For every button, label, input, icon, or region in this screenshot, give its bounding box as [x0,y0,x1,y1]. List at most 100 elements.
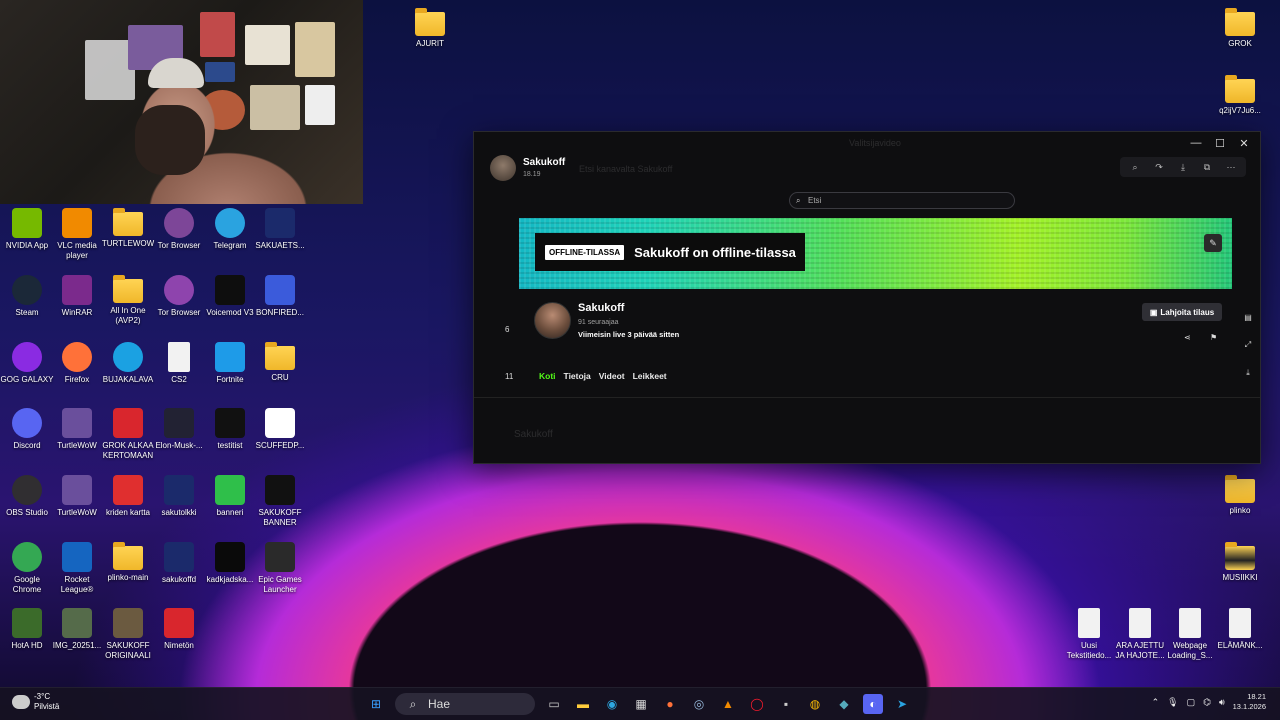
desktop-icon[interactable]: TurtleWoW [50,475,104,518]
desktop-icon-label: VLC media player [57,241,97,260]
desktop-icon[interactable]: Elon-Musk-... [152,408,206,451]
opera-icon[interactable]: ◯ [747,694,767,714]
desktop-icon[interactable]: Rocket League® [50,542,104,595]
desktop-icon[interactable]: sakukoffd [152,542,206,585]
steam-icon[interactable]: ◎ [689,694,709,714]
desktop-icon[interactable]: SCUFFEDP... [253,408,307,451]
report-icon[interactable]: ⚑ [1210,333,1217,342]
desktop-icon-label: Rocket League® [60,575,94,594]
tab-tietoja[interactable]: Tietoja [564,371,591,384]
desktop-icon[interactable]: BONFIRED... [253,275,307,318]
desktop-icon[interactable]: Tor Browser [152,275,206,318]
telegram-icon[interactable]: ➤ [892,694,912,714]
desktop-icon[interactable]: plinko-main [101,542,155,583]
edge-icon[interactable]: ◉ [602,694,622,714]
gift-subscription-button[interactable]: ▣ Lahjoita tilaus [1142,303,1222,321]
desktop-icon[interactable]: HotA HD [0,608,54,651]
windows-start-icon[interactable]: ⊞ [366,694,386,714]
desktop-icon[interactable]: BUJAKALAVA [101,342,155,385]
desktop-icon-musiikki[interactable]: MUSIIKKI [1213,542,1267,583]
desktop-icon-q2ij[interactable]: q2ijV7Ju6... [1213,75,1267,116]
desktop-icon[interactable]: CRU [253,342,307,383]
desktop-icon-webpage-loading[interactable]: Webpage Loading_S... [1163,608,1217,661]
desktop-icon-grok[interactable]: GROK [1213,8,1267,49]
desktop-icon[interactable]: Discord [0,408,54,451]
tab-koti[interactable]: Koti [539,371,556,384]
desktop-icon[interactable]: NVIDIA App [0,208,54,251]
network-icon[interactable]: ⌬ [1203,697,1211,708]
chrome-icon[interactable]: ◍ [805,694,825,714]
desktop-icon[interactable]: Voicemod V3 [203,275,257,318]
desktop-icon[interactable]: Nimetön [152,608,206,651]
desktop-icon[interactable]: SAKUAETS... [253,208,307,251]
desktop-icon[interactable]: testitist [203,408,257,451]
sidebar-chat-icon[interactable]: ▤ [1241,310,1255,324]
offline-banner: OFFLINE-TILASSA Sakukoff on offline-tila… [519,218,1232,289]
desktop-icon-plinko[interactable]: plinko [1213,475,1267,516]
clock[interactable]: 18.21 13.1.2026 [1233,692,1266,712]
explorer-icon[interactable]: ▬ [573,694,593,714]
desktop-icon[interactable]: GROK ALKAA KERTOMAAN [101,408,155,461]
search-input[interactable]: ⌕ Etsi [789,192,1015,209]
desktop-icon[interactable]: SAKUKOFF BANNER [253,475,307,528]
desktop-icon[interactable]: Fortnite [203,342,257,385]
desktop-icon[interactable]: WinRAR [50,275,104,318]
desktop-icon[interactable]: All In One (AVP2) [101,275,155,326]
desktop-icon[interactable]: GOG GALAXY [0,342,54,385]
zoom-icon[interactable]: ⌕ [1126,160,1144,174]
desktop-icon[interactable]: TURTLEWOW [101,208,155,249]
desktop-icon[interactable]: Telegram [203,208,257,251]
channel-window[interactable]: Valitsijavideo — ☐ ✕ Sakukoff 18.19 Etsi… [473,131,1261,464]
taskbar-search-input[interactable]: ⌕ Hae [395,693,535,715]
terminal-icon[interactable]: ▪ [776,694,796,714]
vlc-icon[interactable]: ▲ [718,694,738,714]
desktop-icon-uusi-tekstitiedosto[interactable]: Uusi Tekstitiedo... [1062,608,1116,661]
tab-leikkeet[interactable]: Leikkeet [633,371,667,384]
app-icon[interactable]: ◆ [834,694,854,714]
desktop-icon[interactable]: SAKUKOFF ORIGINAALI [101,608,155,661]
popout-icon[interactable]: ⧉ [1198,160,1216,174]
share-icon[interactable]: ⋖ [1184,333,1191,342]
desktop-icon-elamank[interactable]: ELÄMÄNK... [1213,608,1267,651]
profile-avatar[interactable] [534,302,571,339]
desktop-icon[interactable]: banneri [203,475,257,518]
desktop-icon[interactable]: Epic Games Launcher [253,542,307,595]
chevron-up-icon[interactable]: ⌃ [1152,697,1160,708]
weather-widget[interactable]: -3°C Pilvistä [12,692,59,712]
discord-icon[interactable]: ◐ [863,694,883,714]
desktop-icon[interactable]: VLC media player [50,208,104,261]
desktop-icon[interactable]: IMG_20251... [50,608,104,651]
image-icon [62,608,92,638]
channel-tabs: Koti Tietoja Videot Leikkeet [539,371,667,384]
download-icon[interactable]: ⤓ [1174,160,1192,174]
desktop-icon[interactable]: sakutolkki [152,475,206,518]
task-view-icon[interactable]: ▭ [544,694,564,714]
desktop-icon[interactable]: TurtleWoW [50,408,104,451]
desktop-icon[interactable]: Tor Browser [152,208,206,251]
microphone-icon[interactable]: 🎙︎ [1167,697,1178,708]
sidebar-expand-icon[interactable]: ⤢ [1241,338,1255,352]
share-icon[interactable]: ↷ [1150,160,1168,174]
desktop-icon[interactable]: Firefox [50,342,104,385]
desktop-icon-label: Nimetön [164,641,194,650]
desktop-icon-ajurit[interactable]: AJURIT [403,8,457,49]
tab-videot[interactable]: Videot [599,371,625,384]
desktop-icon[interactable]: OBS Studio [0,475,54,518]
display-icon[interactable]: ▢ [1187,697,1196,708]
more-icon[interactable]: ⋯ [1222,160,1240,174]
edit-banner-button[interactable]: ✎ [1204,234,1222,252]
desktop-icon-label: sakukoffd [161,575,197,584]
topbar-channel-name[interactable]: Sakukoff [523,157,565,168]
desktop-icon[interactable]: kadkjadska... [203,542,257,585]
desktop-icon-label: GROK ALKAA KERTOMAAN [102,441,154,460]
desktop-icon[interactable]: Google Chrome [0,542,54,595]
firefox-icon[interactable]: ● [660,694,680,714]
avatar[interactable] [490,155,516,181]
desktop-icon-ara-ajettu[interactable]: ARA AJETTU JA HAJOTE... [1113,608,1167,661]
desktop-icon[interactable]: CS2 [152,342,206,385]
desktop-icon[interactable]: Steam [0,275,54,318]
volume-icon[interactable]: 🔊︎ [1219,697,1225,708]
store-icon[interactable]: ▦ [631,694,651,714]
sidebar-download-icon[interactable]: ⤓ [1241,366,1255,380]
desktop-icon[interactable]: kriden kartta [101,475,155,518]
